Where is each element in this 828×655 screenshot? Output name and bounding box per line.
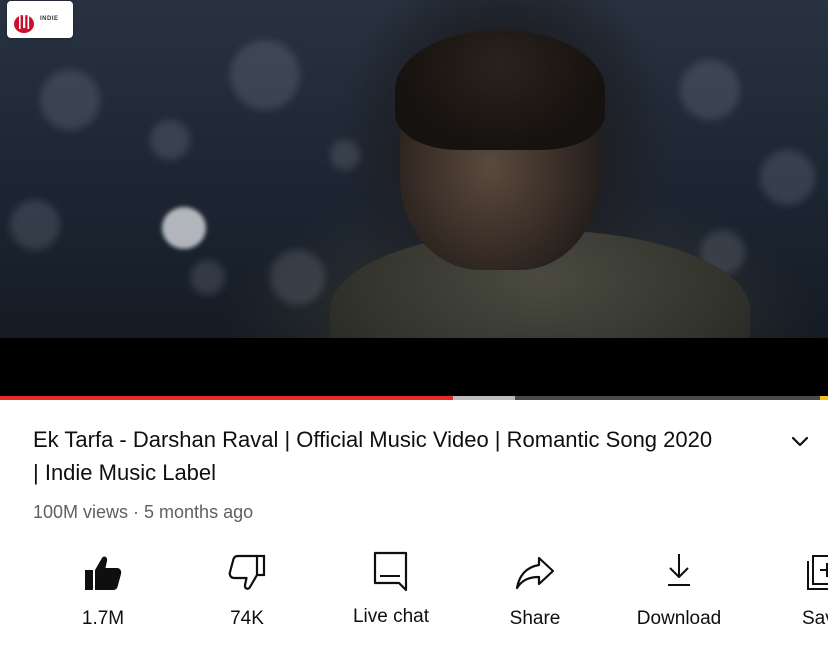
bokeh-light — [150, 120, 190, 160]
like-count: 1.7M — [81, 608, 125, 629]
chevron-down-icon[interactable] — [786, 430, 814, 454]
share-button[interactable]: Share — [470, 546, 600, 646]
bokeh-light — [190, 260, 225, 295]
dislike-button[interactable]: 74K — [182, 546, 312, 646]
video-title[interactable]: Ek Tarfa - Darshan Raval | Official Musi… — [33, 423, 723, 489]
save-label: Save — [802, 608, 828, 629]
download-label: Download — [636, 608, 722, 629]
playlist-add-icon — [807, 555, 828, 590]
thumbs-down-icon — [228, 554, 266, 590]
chat-icon — [373, 551, 408, 592]
download-button[interactable]: Download — [614, 546, 744, 646]
share-label: Share — [509, 608, 561, 629]
download-icon — [668, 554, 690, 586]
video-progress-bar[interactable] — [0, 396, 828, 400]
bokeh-light-bright — [162, 207, 206, 249]
video-subject-hair — [395, 30, 605, 150]
video-player[interactable]: INDIE — [0, 0, 828, 338]
live-chat-button[interactable]: Live chat — [326, 546, 456, 646]
video-views-and-date: 100M views · 5 months ago — [33, 502, 254, 522]
bokeh-light — [230, 40, 300, 110]
video-letterbox — [0, 338, 828, 396]
channel-logo: INDIE — [7, 1, 73, 38]
bokeh-light — [330, 140, 360, 170]
like-button[interactable]: 1.7M — [38, 546, 168, 646]
bokeh-light — [40, 70, 100, 130]
dislike-count: 74K — [230, 608, 264, 629]
progress-ad-marker — [820, 396, 828, 400]
thumbs-up-filled-icon — [85, 556, 122, 590]
bokeh-light — [270, 250, 325, 305]
bokeh-light — [680, 60, 740, 120]
bokeh-light — [10, 200, 60, 250]
share-arrow-icon — [515, 556, 555, 590]
indie-logo-icon — [14, 8, 34, 33]
live-chat-label: Live chat — [352, 606, 430, 627]
logo-text: INDIE — [40, 16, 59, 22]
bokeh-light — [760, 150, 815, 205]
progress-played — [0, 396, 453, 400]
save-button[interactable]: Save — [758, 546, 828, 646]
action-bar: 1.7M 74K Live chat Share Download Sa — [0, 546, 828, 655]
